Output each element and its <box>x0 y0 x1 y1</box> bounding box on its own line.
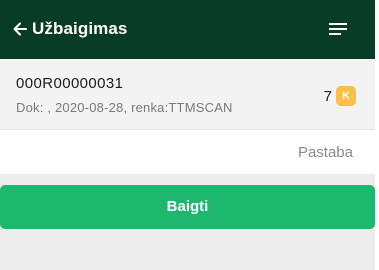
page-title: Užbaigimas <box>32 19 128 38</box>
top-app-bar: Užbaigimas <box>0 0 375 59</box>
item-count: 7 <box>323 88 332 105</box>
page-edge <box>375 0 379 270</box>
status-badge: K <box>336 86 356 106</box>
note-input[interactable] <box>0 130 375 174</box>
note-field-row <box>0 130 375 174</box>
arrow-left-icon <box>12 21 28 37</box>
document-meta: Dok: , 2020-08-28, renka:TTMSCAN <box>16 100 233 115</box>
back-button[interactable]: Užbaigimas <box>12 16 127 42</box>
document-number: 000R00000031 <box>16 75 124 92</box>
menu-icon <box>327 23 349 42</box>
finish-button[interactable]: Baigti <box>0 185 375 229</box>
menu-button[interactable] <box>327 20 349 38</box>
document-card[interactable]: 000R00000031 Dok: , 2020-08-28, renka:TT… <box>0 59 375 130</box>
